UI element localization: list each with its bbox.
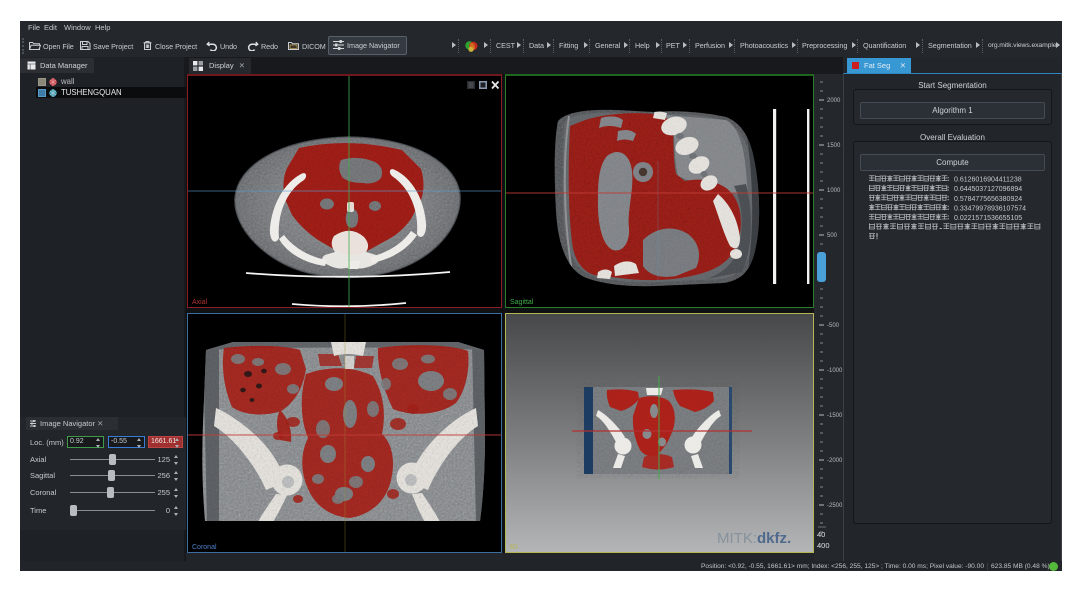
- svg-text:Coronal: Coronal: [192, 544, 217, 551]
- svg-text:-500: -500: [827, 323, 840, 329]
- svg-text:0.6126016904411238: 0.6126016904411238: [954, 177, 1022, 184]
- svg-text:0.6445037127096894: 0.6445037127096894: [954, 186, 1022, 193]
- svg-text:dkfz.: dkfz.: [757, 530, 791, 547]
- svg-text:-2000: -2000: [827, 458, 843, 464]
- svg-text:400: 400: [817, 541, 830, 550]
- svg-text:-1000: -1000: [827, 368, 843, 374]
- svg-text:1500: 1500: [827, 143, 841, 149]
- svg-text:-2500: -2500: [827, 503, 843, 509]
- svg-text:500: 500: [827, 233, 838, 239]
- svg-text:0.5784775656380924: 0.5784775656380924: [954, 196, 1022, 203]
- svg-text:0.33479978936107574: 0.33479978936107574: [954, 205, 1026, 212]
- svg-text:MITK:: MITK:: [717, 530, 757, 547]
- svg-text:0.0221571536655105: 0.0221571536655105: [954, 215, 1022, 222]
- svg-text:-1500: -1500: [827, 413, 843, 419]
- svg-text:Sagittal: Sagittal: [510, 299, 534, 306]
- svg-text:40: 40: [817, 530, 825, 539]
- svg-text:Axial: Axial: [192, 299, 208, 306]
- svg-text:1000: 1000: [827, 188, 841, 194]
- svg-text:2000: 2000: [827, 98, 841, 104]
- svg-text:3D: 3D: [509, 544, 518, 551]
